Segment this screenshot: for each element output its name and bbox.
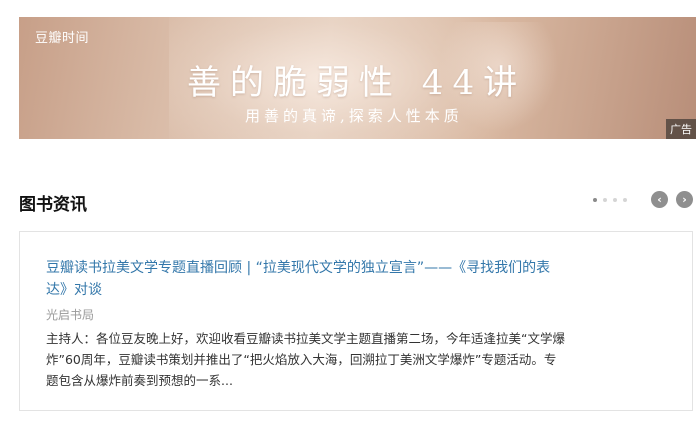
- news-source: 光启书局: [46, 308, 95, 322]
- banner-subtitle: 用善的真谛,探索人性本质: [245, 107, 463, 125]
- carousel-next-button[interactable]: ›: [676, 191, 693, 208]
- carousel-dot[interactable]: [613, 198, 617, 202]
- carousel-dot[interactable]: [603, 198, 607, 202]
- banner-title: 善的脆弱性 44讲: [187, 63, 527, 103]
- section-title: 图书资讯: [19, 195, 87, 215]
- carousel-indicators: [593, 198, 627, 202]
- chevron-right-icon: ›: [682, 193, 687, 206]
- ad-label: 广告: [666, 119, 696, 139]
- ad-banner[interactable]: 豆瓣时间 善的脆弱性 44讲 用善的真谛,探索人性本质 广告: [19, 17, 696, 139]
- chevron-left-icon: ‹: [657, 193, 662, 206]
- news-headline-link[interactable]: 豆瓣读书拉美文学专题直播回顾 | “拉美现代文学的独立宣言”——《寻找我们的表达…: [46, 257, 566, 301]
- news-summary: 主持人：各位豆友晚上好，欢迎收看豆瓣读书拉美文学主题直播第二场，今年适逢拉美“文…: [46, 331, 565, 388]
- carousel-dot[interactable]: [593, 198, 597, 202]
- news-card: 豆瓣读书拉美文学专题直播回顾 | “拉美现代文学的独立宣言”——《寻找我们的表达…: [19, 231, 693, 411]
- banner-logo: 豆瓣时间: [35, 31, 90, 46]
- carousel-prev-button[interactable]: ‹: [651, 191, 668, 208]
- carousel-dot[interactable]: [623, 198, 627, 202]
